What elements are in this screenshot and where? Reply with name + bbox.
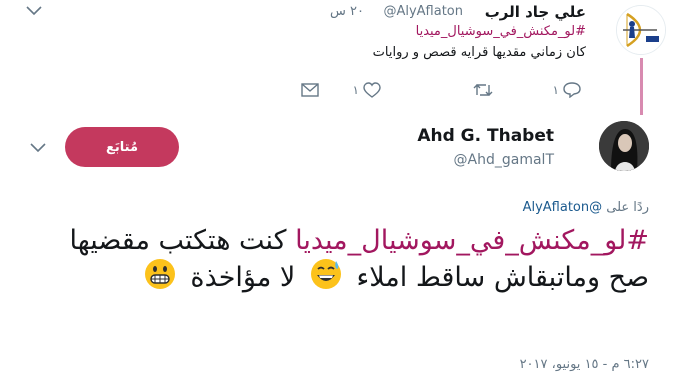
parent-author-avatar[interactable] [616,5,666,55]
tweet-text: #لو_مكنش_في_سوشيال_ميديا كنت هتكتب مقضيه… [49,224,649,299]
thread-connector-line [640,58,643,115]
parent-author-handle[interactable]: @AlyAflaton [383,4,463,19]
reply-count: ١ [552,83,559,97]
retweet-icon [473,82,493,98]
parent-author-name[interactable]: علي جاد الرب [485,3,586,21]
tweet-text-part-2: لا مؤاخذة [181,262,304,293]
following-button[interactable]: مُتابَع [65,127,179,167]
replying-to-handle[interactable]: @AlyAflaton [523,200,603,215]
main-author-avatar[interactable] [599,121,649,171]
replying-to-prefix: ردًا على [606,200,649,215]
mail-icon [301,82,319,98]
archer-logo-icon [617,6,665,54]
tweet-hashtag[interactable]: #لو_مكنش_في_سوشيال_ميديا [295,225,649,256]
replying-to: ردًا على @AlyAflaton [523,200,649,215]
parent-reply-action[interactable]: ١ [553,82,581,98]
main-author-handle[interactable]: @Ahd_gamalT [454,152,554,168]
parent-tweet-time[interactable]: ٢٠ س [330,4,364,19]
tweet-timestamp[interactable]: ٦:٢٧ م - ١٥ يونيو، ٢٠١٧ [520,357,649,372]
grimacing-emoji [144,258,176,299]
sweat-smile-emoji [310,258,342,299]
profile-photo-icon [599,121,649,171]
heart-icon [363,82,381,98]
like-count: ١ [352,83,359,97]
main-tweet-menu-chevron-down-icon[interactable] [30,143,46,153]
parent-like-action[interactable]: ١ [353,82,381,98]
reply-icon [563,82,581,98]
parent-tweet-text: كان زماني مقديها قرايه قصص و روايات [372,45,586,60]
parent-message-action[interactable] [301,82,319,98]
parent-tweet-menu-chevron-down-icon[interactable] [26,6,42,16]
main-author-name[interactable]: Ahd G. Thabet [417,126,554,146]
parent-retweet-action[interactable] [473,82,493,98]
parent-tweet-hashtag[interactable]: #لو_مكنش_في_سوشيال_ميديا [416,24,586,39]
